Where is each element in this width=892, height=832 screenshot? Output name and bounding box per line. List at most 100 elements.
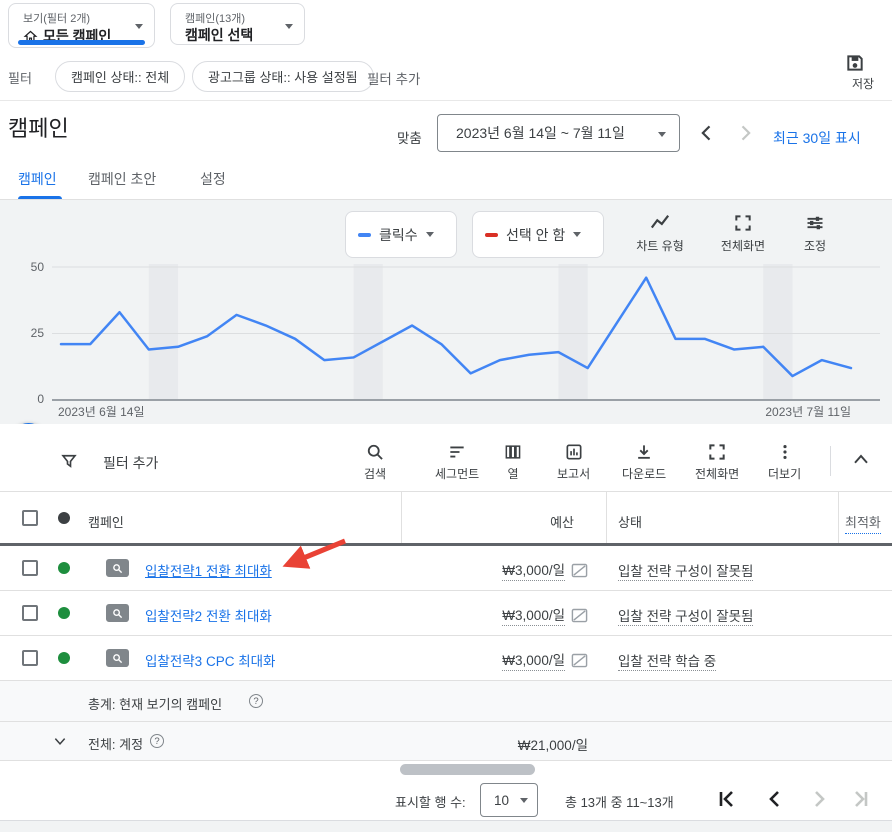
expand-chevron-icon[interactable] xyxy=(53,736,67,747)
columns-icon xyxy=(503,442,523,462)
sliders-icon xyxy=(805,213,825,233)
status-text[interactable]: 입찰 전략 학습 중 xyxy=(618,654,716,671)
status-text[interactable]: 입찰 전략 구성이 잘못됨 xyxy=(618,564,753,581)
status-dot-enabled[interactable] xyxy=(58,607,70,619)
metric2-selector[interactable]: 선택 안 함 xyxy=(472,211,604,258)
row-checkbox[interactable] xyxy=(22,650,38,666)
search-icon xyxy=(365,442,385,462)
budget-value[interactable]: ₩3,000/일 xyxy=(502,604,565,626)
next-date-button[interactable] xyxy=(735,123,755,143)
rows-per-page-label: 표시할 행 수: xyxy=(395,792,466,811)
tab-settings[interactable]: 설정 xyxy=(200,169,226,189)
header-budget[interactable]: 예산 xyxy=(401,512,574,531)
preview-badge[interactable] xyxy=(106,649,129,667)
first-page-button[interactable] xyxy=(714,787,738,811)
filter-funnel-icon[interactable] xyxy=(60,452,78,470)
status-column-header-icon[interactable] xyxy=(58,512,70,524)
campaign-selector[interactable]: 캠페인(13개) 캠페인 선택 xyxy=(170,3,305,45)
performance-chart-section: 클릭수 선택 안 함 차트 유형 전체화면 조정 50 25 0 2023년 6… xyxy=(0,200,892,424)
last-page-button[interactable] xyxy=(849,787,873,811)
preview-badge[interactable] xyxy=(106,604,129,622)
report-icon xyxy=(564,442,584,462)
table-fullscreen-button[interactable]: 전체화면 xyxy=(695,442,739,482)
status-cell[interactable]: 입찰 전략 학습 중 xyxy=(618,650,716,670)
toolbar-add-filter[interactable]: 필터 추가 xyxy=(103,453,158,473)
help-icon[interactable]: ? xyxy=(150,734,164,748)
row-checkbox[interactable] xyxy=(22,605,38,621)
chevron-down-icon xyxy=(135,24,143,29)
row-checkbox[interactable] xyxy=(22,560,38,576)
budget-cell[interactable]: ₩3,000/일 xyxy=(401,604,606,626)
recent-30-days-link[interactable]: 최근 30일 표시 xyxy=(773,128,861,148)
filter-chip-adgroup-status[interactable]: 광고그룹 상태:: 사용 설정됨 xyxy=(192,61,374,92)
status-text[interactable]: 입찰 전략 구성이 잘못됨 xyxy=(618,609,753,626)
view-selector[interactable]: 보기(필터 2개) 모든 캠페인 xyxy=(8,3,155,48)
status-cell[interactable]: 입찰 전략 구성이 잘못됨 xyxy=(618,605,753,625)
rows-per-page-select[interactable]: 10 xyxy=(480,783,538,817)
report-button[interactable]: 보고서 xyxy=(557,442,590,482)
budget-cell[interactable]: ₩3,000/일 xyxy=(401,559,606,581)
metric1-label: 클릭수 xyxy=(379,225,418,245)
more-label: 더보기 xyxy=(768,465,801,482)
status-cell[interactable]: 입찰 전략 구성이 잘못됨 xyxy=(618,560,753,580)
tab-campaigns[interactable]: 캠페인 xyxy=(18,169,57,189)
add-filter-link[interactable]: 필터 추가 xyxy=(367,68,420,88)
account-row-label: 전체: 계정 xyxy=(88,734,143,753)
pagination-bar: 표시할 행 수: 10 총 13개 중 11~13개 xyxy=(0,778,892,820)
status-dot-enabled[interactable] xyxy=(58,652,70,664)
annotation-arrow xyxy=(263,532,355,578)
active-view-indicator xyxy=(18,40,145,45)
budget-cell[interactable]: ₩3,000/일 xyxy=(401,649,606,671)
prev-date-button[interactable] xyxy=(697,123,717,143)
columns-button[interactable]: 열 xyxy=(503,442,523,482)
shared-strategy-crossed-icon xyxy=(571,653,588,668)
collapse-button[interactable] xyxy=(852,452,870,466)
total-row-label: 총계: 현재 보기의 캠페인 xyxy=(88,694,222,713)
campaign-link[interactable]: 입찰전략2 전환 최대화 xyxy=(145,605,272,625)
search-button[interactable]: 검색 xyxy=(364,442,386,482)
search-label: 검색 xyxy=(364,465,386,482)
download-label: 다운로드 xyxy=(622,465,666,482)
table-row: 입찰전략2 전환 최대화 ₩3,000/일 입찰 전략 구성이 잘못됨 xyxy=(0,591,892,636)
date-range-value: 2023년 6월 14일 ~ 7월 11일 xyxy=(438,123,625,143)
campaign-link[interactable]: 입찰전략1 전환 최대화 xyxy=(145,560,272,580)
status-dot-enabled[interactable] xyxy=(58,562,70,574)
more-vert-icon xyxy=(775,442,795,462)
metric1-selector[interactable]: 클릭수 xyxy=(345,211,457,258)
chevron-down-icon xyxy=(658,132,666,137)
prev-page-button[interactable] xyxy=(762,787,786,811)
custom-label: 맞춤 xyxy=(397,127,422,147)
header-campaign[interactable]: 캠페인 xyxy=(88,512,124,531)
page-title: 캠페인 xyxy=(8,111,69,143)
campaign-link[interactable]: 입찰전략3 CPC 최대화 xyxy=(145,650,275,670)
report-label: 보고서 xyxy=(557,465,590,482)
tab-campaign-drafts[interactable]: 캠페인 초안 xyxy=(88,169,156,189)
metric1-color-dash xyxy=(358,233,371,237)
next-page-button[interactable] xyxy=(807,787,831,811)
chart-adjust-button[interactable]: 조정 xyxy=(785,213,845,254)
download-button[interactable]: 다운로드 xyxy=(622,442,666,482)
budget-value[interactable]: ₩3,000/일 xyxy=(502,559,565,581)
header-optimization[interactable]: 최적화 xyxy=(845,512,881,534)
account-row: 전체: 계정 ? ₩21,000/일 xyxy=(0,722,892,761)
chip-text: 광고그룹 상태:: 사용 설정됨 xyxy=(208,67,358,86)
filter-label: 필터 xyxy=(8,68,32,87)
save-button[interactable]: 저장 xyxy=(845,53,881,92)
table-row: 입찰전략1 전환 최대화 ₩3,000/일 입찰 전략 구성이 잘못됨 xyxy=(0,546,892,591)
segment-button[interactable]: 세그먼트 xyxy=(435,442,479,482)
select-all-checkbox[interactable] xyxy=(22,510,38,526)
save-icon xyxy=(845,53,865,73)
more-button[interactable]: 더보기 xyxy=(768,442,801,482)
budget-value[interactable]: ₩3,000/일 xyxy=(502,649,565,671)
chart-fullscreen-button[interactable]: 전체화면 xyxy=(713,213,773,254)
header-status[interactable]: 상태 xyxy=(618,512,642,531)
help-icon[interactable]: ? xyxy=(249,694,263,708)
date-range-selector[interactable]: 2023년 6월 14일 ~ 7월 11일 xyxy=(437,114,680,152)
chart-type-button[interactable]: 차트 유형 xyxy=(630,213,690,254)
preview-badge[interactable] xyxy=(106,559,129,577)
filter-chip-campaign-status[interactable]: 캠페인 상태:: 전체 xyxy=(55,61,185,92)
view-selector-label: 보기(필터 2개) xyxy=(23,10,90,26)
fullscreen-icon xyxy=(733,213,753,233)
active-tab-indicator xyxy=(18,196,62,199)
horizontal-scrollbar[interactable] xyxy=(400,764,535,775)
